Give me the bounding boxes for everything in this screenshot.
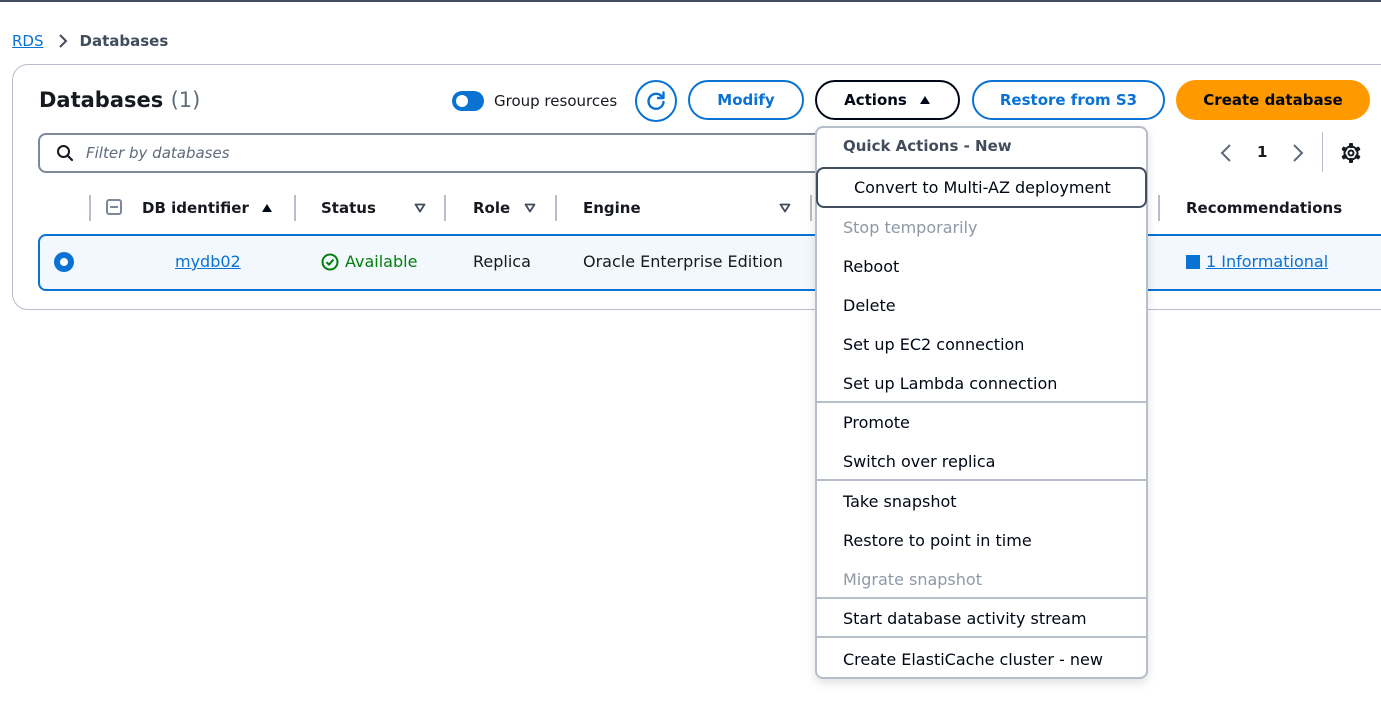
create-database-button[interactable]: Create database: [1176, 80, 1370, 120]
sort-icon: [524, 203, 536, 213]
col-role[interactable]: Role: [473, 199, 536, 217]
menu-item-stop-temporarily: Stop temporarily: [843, 218, 978, 237]
pager-divider: [1322, 132, 1323, 172]
restore-from-s3-button[interactable]: Restore from S3: [972, 80, 1165, 120]
sort-ascending-icon: [261, 204, 272, 212]
menu-item-convert-multi-az[interactable]: Convert to Multi-AZ deployment: [816, 167, 1147, 208]
title-text: Databases: [39, 88, 164, 112]
page-title: Databases (1): [39, 88, 200, 112]
gear-icon: [1341, 143, 1361, 163]
menu-divider: [817, 636, 1146, 638]
previous-page-button[interactable]: [1218, 141, 1234, 169]
menu-item-create-elasticache[interactable]: Create ElastiCache cluster - new: [843, 649, 1103, 671]
col-role-label: Role: [473, 199, 511, 217]
breadcrumb: RDS Databases: [12, 31, 168, 51]
status-badge: Available: [321, 252, 417, 271]
group-resources-label: Group resources: [494, 92, 618, 110]
col-recommendations-label: Recommendations: [1186, 199, 1343, 217]
status-positive-icon: [321, 253, 339, 270]
status-text: Available: [345, 252, 418, 271]
menu-item-migrate-snapshot: Migrate snapshot: [843, 570, 982, 589]
menu-item-promote[interactable]: Promote: [843, 412, 910, 434]
chevron-left-icon: [1220, 144, 1231, 162]
preferences-button[interactable]: [1339, 141, 1363, 169]
menu-item-restore-point-in-time[interactable]: Restore to point in time: [843, 530, 1032, 552]
menu-item-switch-over-replica[interactable]: Switch over replica: [843, 451, 995, 473]
col-status-label: Status: [321, 199, 376, 217]
top-border: [0, 0, 1381, 2]
col-engine-label: Engine: [583, 199, 641, 217]
filter-placeholder: Filter by databases: [86, 144, 230, 162]
role-value: Replica: [473, 252, 531, 271]
recommendations-cell: 1 Informational: [1186, 252, 1328, 271]
filter-input[interactable]: Filter by databases: [38, 133, 838, 173]
recommendations-link[interactable]: 1 Informational: [1206, 252, 1328, 271]
resource-count: (1): [170, 88, 201, 112]
next-page-button[interactable]: [1290, 141, 1306, 169]
column-divider: [810, 195, 812, 221]
sort-icon: [414, 203, 426, 213]
col-engine[interactable]: Engine: [583, 199, 791, 217]
menu-item-reboot[interactable]: Reboot: [843, 256, 899, 278]
chevron-right-icon: [58, 33, 68, 49]
toggle-knob: [456, 95, 468, 107]
actions-label: Actions: [844, 91, 907, 109]
menu-item-setup-ec2[interactable]: Set up EC2 connection: [843, 334, 1024, 356]
menu-item-setup-lambda[interactable]: Set up Lambda connection: [843, 373, 1057, 395]
menu-item-start-activity-stream[interactable]: Start database activity stream: [843, 608, 1087, 630]
refresh-icon: [647, 91, 665, 110]
group-resources-toggle[interactable]: Group resources: [452, 89, 617, 113]
column-divider: [555, 195, 557, 221]
col-recommendations[interactable]: Recommendations: [1186, 199, 1342, 217]
db-identifier-link[interactable]: mydb02: [175, 252, 241, 271]
col-status[interactable]: Status: [321, 199, 426, 217]
column-divider: [89, 195, 91, 221]
menu-divider: [817, 479, 1146, 481]
sort-icon: [779, 203, 791, 213]
refresh-button[interactable]: [635, 80, 677, 122]
actions-button[interactable]: Actions: [815, 80, 960, 120]
engine-value: Oracle Enterprise Edition: [583, 252, 783, 271]
menu-item-delete[interactable]: Delete: [843, 295, 896, 317]
menu-item-take-snapshot[interactable]: Take snapshot: [843, 491, 957, 513]
row-select-radio[interactable]: [54, 252, 74, 272]
search-icon: [57, 145, 74, 162]
menu-divider: [817, 597, 1146, 599]
caret-up-icon: [919, 95, 931, 105]
column-divider: [444, 195, 446, 221]
toggle-switch[interactable]: [452, 91, 484, 111]
info-square-icon: [1186, 254, 1200, 269]
quick-actions-group-title: Quick Actions - New: [843, 137, 1012, 155]
breadcrumb-rds-link[interactable]: RDS: [12, 32, 44, 50]
modify-button[interactable]: Modify: [688, 80, 804, 120]
breadcrumb-current: Databases: [79, 32, 169, 50]
current-page[interactable]: 1: [1257, 143, 1267, 161]
column-divider: [1158, 195, 1160, 221]
menu-divider: [817, 401, 1146, 403]
select-all-checkbox[interactable]: [106, 199, 122, 215]
column-divider: [294, 195, 296, 221]
col-db-identifier[interactable]: DB identifier: [142, 199, 273, 217]
chevron-right-icon: [1293, 144, 1304, 162]
col-db-identifier-label: DB identifier: [142, 199, 249, 217]
